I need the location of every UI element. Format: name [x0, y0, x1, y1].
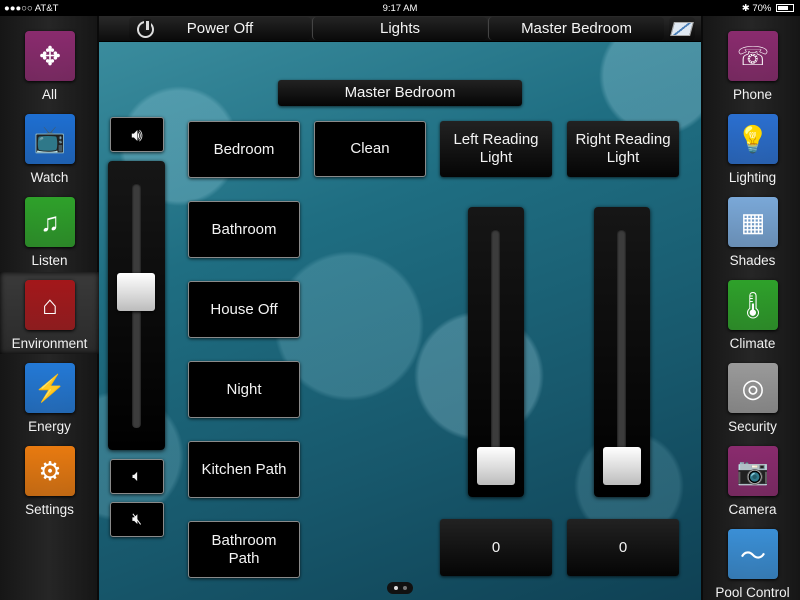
right-nav-item-lighting[interactable]: 💡 Lighting — [703, 106, 800, 188]
clock: 9:17 AM — [382, 3, 418, 14]
security-camera-icon: 📷 — [728, 446, 778, 496]
right-dimmer-thumb[interactable] — [603, 447, 641, 485]
right-nav-item-phone[interactable]: ☏ Phone — [703, 23, 800, 105]
clean-button[interactable]: Clean — [314, 121, 426, 177]
room-title: Master Bedroom — [278, 80, 522, 106]
gears-icon: ⚙ — [25, 446, 75, 496]
left-nav: ✥ All 📺 Watch ♫ Listen ⌂ Environment ⚡ Energy ⚙ Set… — [0, 16, 99, 600]
phone-icon: ☏ — [728, 31, 778, 81]
safe-dial-icon: ◎ — [728, 363, 778, 413]
left-nav-item-energy[interactable]: ⚡ Energy — [0, 355, 99, 437]
room-selector[interactable]: Master Bedroom — [488, 17, 664, 40]
volume-slider[interactable] — [108, 161, 165, 450]
top-bar: Power Off Lights Master Bedroom — [99, 16, 701, 42]
right-nav-label: Security — [728, 419, 777, 434]
volume-down-button[interactable]: 🔈︎ — [110, 459, 164, 494]
power-icon — [137, 19, 154, 38]
music-note-icon: ♫ — [25, 197, 75, 247]
left-dimmer-thumb[interactable] — [477, 447, 515, 485]
scene-button-bathroom-path[interactable]: Bathroom Path — [188, 521, 300, 578]
page-dot-1[interactable] — [394, 586, 398, 590]
right-nav-label: Pool Control — [715, 585, 790, 600]
speaker-loud-icon: 🔊︎ — [131, 124, 143, 145]
light-bulb-icon: 💡 — [728, 114, 778, 164]
mute-button[interactable]: 🔇︎ — [110, 502, 164, 537]
left-nav-label: All — [41, 87, 57, 102]
window-shades-icon: ▦ — [728, 197, 778, 247]
scene-button-night[interactable]: Night — [188, 361, 300, 418]
room-select-button[interactable] — [669, 17, 695, 40]
bluetooth-icon: ✱ — [741, 3, 750, 14]
volume-up-button[interactable]: 🔊︎ — [110, 117, 164, 152]
category-selector[interactable]: Lights — [312, 17, 487, 40]
left-nav-item-watch[interactable]: 📺 Watch — [0, 106, 99, 188]
power-off-button[interactable]: Power Off — [129, 17, 311, 40]
pool-icon: 〜 — [728, 529, 778, 579]
right-reading-light-dimmer[interactable] — [594, 207, 650, 497]
left-nav-item-settings[interactable]: ⚙ Settings — [0, 438, 99, 520]
tv-icon: 📺 — [25, 114, 75, 164]
right-dimmer-value: 0 — [567, 519, 679, 576]
right-nav-label: Climate — [729, 336, 776, 351]
scene-button-bedroom[interactable]: Bedroom — [188, 121, 300, 178]
left-nav-label: Listen — [31, 253, 68, 268]
scene-button-bathroom[interactable]: Bathroom — [188, 201, 300, 258]
battery-status: ✱ 70% — [742, 3, 794, 14]
speaker-low-icon: 🔈︎ — [132, 467, 142, 485]
scene-button-kitchen-path[interactable]: Kitchen Path — [188, 441, 300, 498]
left-nav-item-listen[interactable]: ♫ Listen — [0, 189, 99, 271]
page-indicator[interactable] — [387, 582, 413, 594]
right-nav-label: Shades — [729, 253, 776, 268]
page-dot-2[interactable] — [403, 586, 407, 590]
right-nav-item-climate[interactable]: 🌡 Climate — [703, 272, 800, 354]
speaker-mute-icon: 🔇︎ — [131, 510, 143, 528]
power-off-label: Power Off — [186, 20, 254, 37]
left-nav-label: Energy — [28, 419, 71, 434]
house-icon: ⌂ — [25, 280, 75, 330]
right-nav: ☏ Phone 💡 Lighting ▦ Shades 🌡 Climate ◎ Security 📷… — [701, 16, 800, 600]
left-nav-label: Environment — [11, 336, 88, 351]
room-label: Master Bedroom — [521, 20, 632, 37]
room-map-icon — [670, 21, 694, 36]
right-nav-label: Camera — [728, 502, 777, 517]
right-nav-item-security[interactable]: ◎ Security — [703, 355, 800, 437]
battery-percent: 70% — [752, 3, 772, 14]
main-panel: Power Off Lights Master Bedroom Master B… — [99, 16, 701, 600]
left-reading-light-dimmer[interactable] — [468, 207, 524, 497]
thermometer-icon: 🌡 — [728, 280, 778, 330]
left-reading-light-button[interactable]: Left Reading Light — [440, 121, 552, 177]
battery-icon — [776, 4, 794, 12]
left-nav-label: Settings — [25, 502, 74, 517]
left-dimmer-value: 0 — [440, 519, 552, 576]
volume-slider-thumb[interactable] — [117, 273, 155, 311]
right-nav-label: Phone — [732, 87, 773, 102]
plug-icon: ⚡ — [25, 363, 75, 413]
status-bar: ●●●○○ AT&T 9:17 AM ✱ 70% — [0, 0, 800, 16]
left-nav-item-environment[interactable]: ⌂ Environment — [0, 272, 99, 354]
compass-icon: ✥ — [25, 31, 75, 81]
right-nav-item-camera[interactable]: 📷 Camera — [703, 438, 800, 520]
left-nav-label: Watch — [30, 170, 69, 185]
right-nav-label: Lighting — [728, 170, 777, 185]
scene-button-house-off[interactable]: House Off — [188, 281, 300, 338]
right-reading-light-button[interactable]: Right Reading Light — [567, 121, 679, 177]
left-nav-item-all[interactable]: ✥ All — [0, 23, 99, 105]
right-nav-item-pool-control[interactable]: 〜 Pool Control — [703, 521, 800, 600]
category-label: Lights — [379, 20, 421, 37]
right-nav-item-shades[interactable]: ▦ Shades — [703, 189, 800, 271]
